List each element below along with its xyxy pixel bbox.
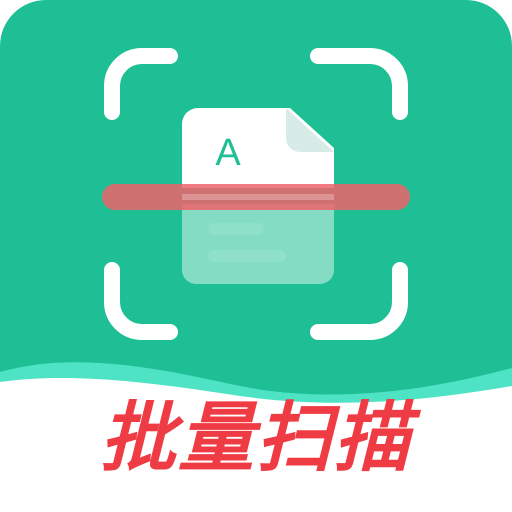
- document-letter: A: [215, 132, 241, 174]
- document-text-line-1: [208, 223, 264, 235]
- app-icon: A 批量扫描: [0, 0, 512, 512]
- document-text-line-2: [208, 250, 286, 262]
- document-lower: [182, 204, 334, 284]
- app-icon-caption: 批量扫描: [100, 393, 412, 482]
- scan-line-core: [182, 194, 334, 200]
